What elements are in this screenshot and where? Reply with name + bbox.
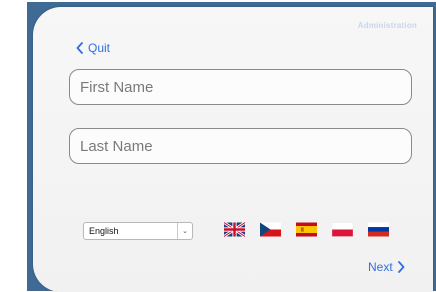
russian-flag-icon[interactable] <box>368 222 389 237</box>
chevron-left-icon <box>76 42 83 54</box>
chevron-down-icon: ⌄ <box>177 223 192 239</box>
first-name-input[interactable] <box>69 69 412 105</box>
spanish-flag-icon[interactable] <box>296 222 317 237</box>
chevron-right-icon <box>397 261 405 273</box>
quit-label: Quit <box>88 41 111 55</box>
polish-flag-icon[interactable] <box>332 222 353 237</box>
czech-flag-icon[interactable] <box>260 222 281 237</box>
administration-link[interactable]: Administration <box>358 21 417 30</box>
language-select-value: English <box>89 226 119 236</box>
language-select[interactable]: English ⌄ <box>83 222 193 240</box>
next-label: Next <box>368 260 393 274</box>
last-name-input[interactable] <box>69 128 412 164</box>
language-flags <box>224 222 389 237</box>
quit-button[interactable]: Quit <box>76 41 110 55</box>
login-card: Administration Quit English ⌄ <box>33 7 433 292</box>
uk-flag-icon[interactable] <box>224 222 245 237</box>
next-button[interactable]: Next <box>368 260 405 274</box>
